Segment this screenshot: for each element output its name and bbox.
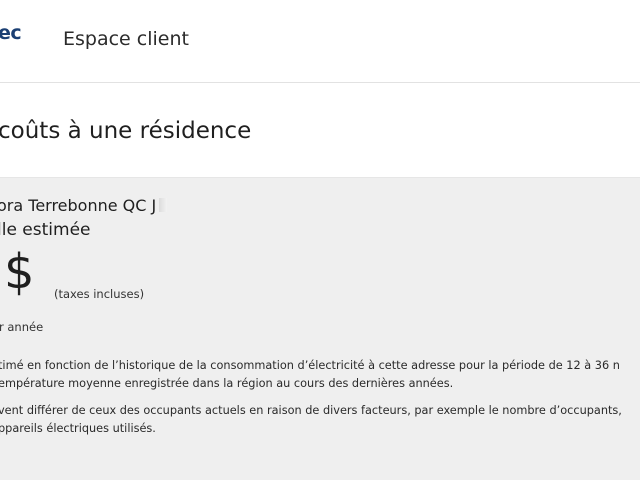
- bill-label: lle estimée: [0, 220, 91, 240]
- period-label: r année: [0, 320, 44, 334]
- info-paragraph-1: timé en fonction de l’historique de la c…: [0, 357, 620, 393]
- address-redacted: [159, 198, 168, 212]
- info-paragraph-1-line-1: timé en fonction de l’historique de la c…: [0, 359, 620, 372]
- info-paragraph-1-line-2: empérature moyenne enregistrée dans la r…: [0, 377, 454, 390]
- info-paragraph-2-line-1: vent différer de ceux des occupants actu…: [0, 404, 622, 417]
- header-title[interactable]: Espace client: [63, 28, 189, 50]
- info-paragraph-2: vent différer de ceux des occupants actu…: [0, 402, 622, 438]
- page-title: coûts à une résidence: [0, 118, 252, 144]
- info-paragraph-2-line-2: ppareils électriques utilisés.: [0, 422, 156, 435]
- address-text: ora Terrebonne QC J: [0, 196, 157, 215]
- brand-logo[interactable]: ec: [0, 22, 22, 44]
- top-header: ec Espace client: [0, 0, 640, 83]
- address-line: ora Terrebonne QC J: [0, 196, 168, 215]
- amount-value: $: [4, 244, 35, 300]
- taxes-note: (taxes incluses): [54, 287, 145, 301]
- page: ec Espace client coûts à une résidence o…: [0, 0, 640, 480]
